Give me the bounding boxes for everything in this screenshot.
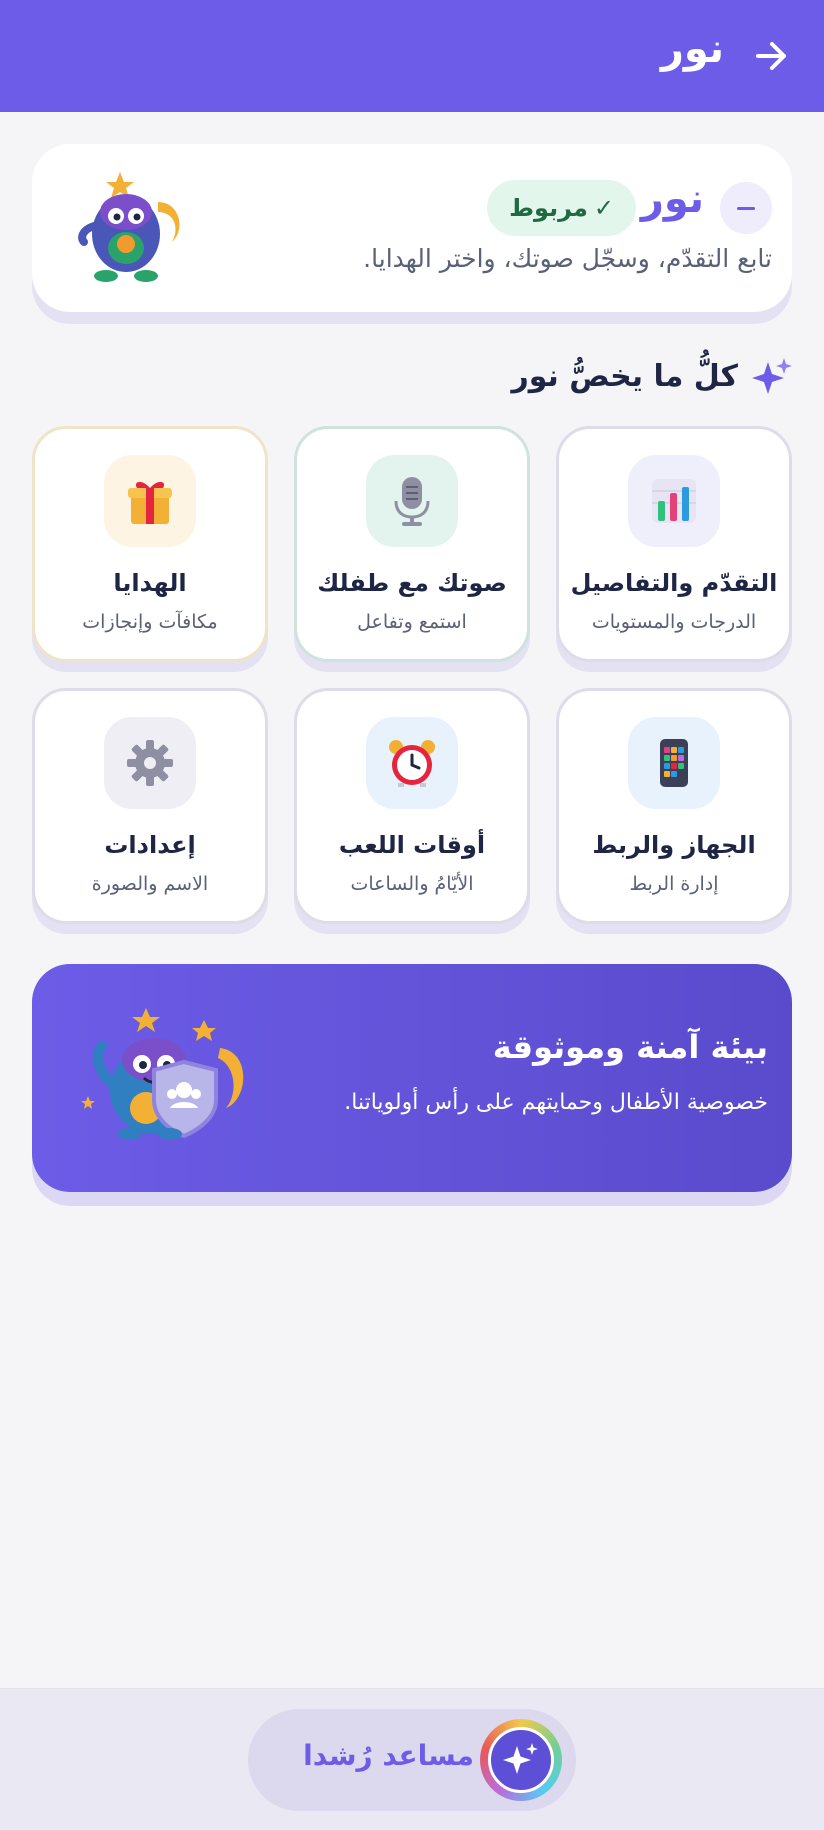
gear-icon bbox=[127, 740, 173, 786]
tile-subtitle: الأيّامُ والساعات bbox=[350, 873, 474, 895]
gift-icon bbox=[128, 481, 172, 524]
status-badge: ✓ مربوط bbox=[487, 180, 636, 236]
tile-title: الهدايا bbox=[113, 569, 187, 597]
tile-subtitle: إدارة الربط bbox=[629, 873, 719, 895]
assistant-label: مساعد رُشدا bbox=[303, 1739, 474, 1772]
tile-subtitle: مكافآت وإنجازات bbox=[82, 611, 218, 633]
tile-icon-wrap bbox=[104, 717, 196, 809]
sparkles-icon bbox=[752, 358, 792, 394]
tile-playtime[interactable]: أوقات اللعب الأيّامُ والساعات bbox=[294, 688, 530, 924]
tile-title: صوتك مع طفلك bbox=[317, 569, 507, 597]
tile-icon-wrap bbox=[628, 717, 720, 809]
tile-title: إعدادات bbox=[104, 831, 196, 859]
child-profile-card: نور ✓ مربوط تابع التقدّم، وسجّل صوتك، وا… bbox=[32, 144, 792, 312]
banner-title: بيئة آمنة وموثوقة bbox=[492, 1028, 768, 1066]
mascot-shield-icon bbox=[81, 1008, 244, 1140]
tile-device[interactable]: الجهاز والربط إدارة الربط bbox=[556, 688, 792, 924]
tile-title: الجهاز والربط bbox=[592, 831, 756, 859]
arrow-right-icon bbox=[756, 42, 786, 70]
bar-chart-icon bbox=[652, 479, 696, 523]
status-label: مربوط bbox=[509, 194, 588, 222]
feature-grid: التقدّم والتفاصيل الدرجات والمستويات صوت… bbox=[32, 426, 792, 926]
phone-icon bbox=[660, 739, 688, 787]
child-name: نور bbox=[640, 176, 704, 222]
bottom-bar: مساعد رُشدا bbox=[0, 1688, 824, 1830]
check-icon: ✓ bbox=[593, 194, 614, 222]
sparkles-icon bbox=[503, 1743, 538, 1774]
top-app-bar: نور bbox=[0, 0, 824, 112]
tile-icon-wrap bbox=[366, 455, 458, 547]
section-heading: كلُّ ما يخصُّ نور bbox=[511, 356, 792, 396]
alarm-clock-icon bbox=[389, 740, 435, 787]
tile-icon-wrap bbox=[628, 455, 720, 547]
assistant-button[interactable]: مساعد رُشدا bbox=[248, 1709, 576, 1811]
profile-subtitle: تابع التقدّم، وسجّل صوتك، واختر الهدايا. bbox=[363, 244, 772, 273]
tile-settings[interactable]: إعدادات الاسم والصورة bbox=[32, 688, 268, 924]
tile-subtitle: الاسم والصورة bbox=[91, 873, 209, 895]
microphone-icon bbox=[394, 477, 430, 526]
section-title: كلُّ ما يخصُّ نور bbox=[511, 358, 738, 394]
back-button[interactable] bbox=[748, 32, 796, 80]
tile-subtitle: الدرجات والمستويات bbox=[591, 611, 757, 633]
tile-icon-wrap bbox=[104, 455, 196, 547]
tile-title: التقدّم والتفاصيل bbox=[570, 569, 778, 597]
tile-icon-wrap bbox=[366, 717, 458, 809]
tile-title: أوقات اللعب bbox=[338, 831, 486, 859]
minus-icon bbox=[737, 206, 755, 210]
sparkle-orb-icon bbox=[480, 1719, 562, 1801]
monster-mascot-icon bbox=[78, 172, 180, 282]
safety-banner: بيئة آمنة وموثوقة خصوصية الأطفال وحمايته… bbox=[32, 964, 792, 1192]
tile-progress[interactable]: التقدّم والتفاصيل الدرجات والمستويات bbox=[556, 426, 792, 662]
tile-gifts[interactable]: الهدايا مكافآت وإنجازات bbox=[32, 426, 268, 662]
banner-subtitle: خصوصية الأطفال وحمايتهم على رأس أولوياتن… bbox=[344, 1090, 768, 1115]
collapse-button[interactable] bbox=[720, 182, 772, 234]
page-title: نور bbox=[660, 26, 724, 72]
tile-subtitle: استمع وتفاعل bbox=[357, 611, 467, 633]
tile-voice[interactable]: صوتك مع طفلك استمع وتفاعل bbox=[294, 426, 530, 662]
